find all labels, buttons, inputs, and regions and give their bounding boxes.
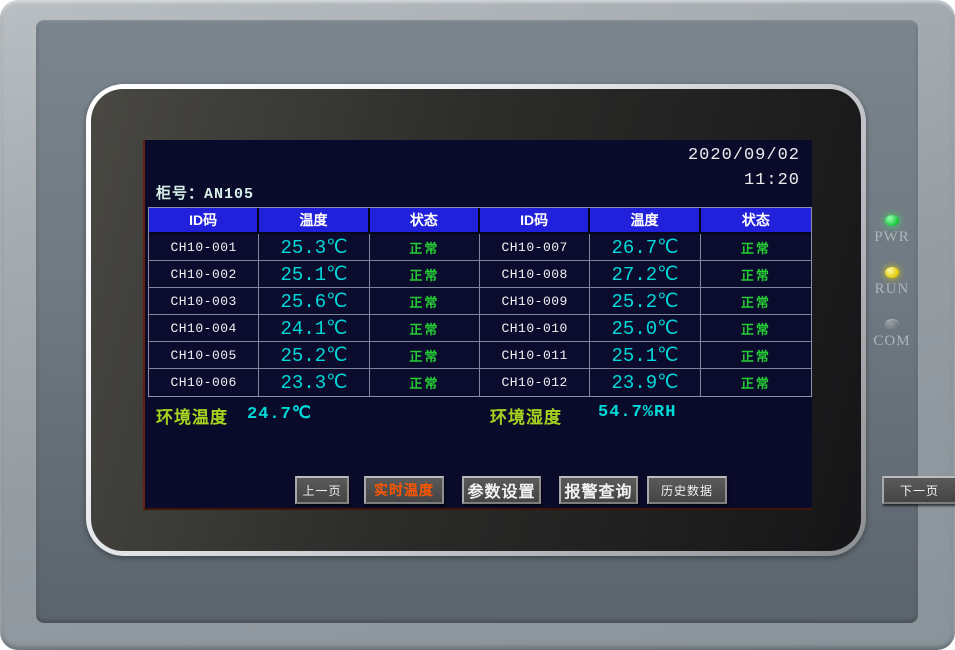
ambient-humidity-value: 54.7%RH	[598, 403, 676, 422]
cell-temperature: 25.6℃	[259, 288, 369, 315]
cell-channel-id: CH10-001	[149, 234, 259, 261]
cell-channel-id: CH10-012	[480, 369, 590, 396]
power-led-label: PWR	[874, 229, 910, 246]
cell-status: 正常	[370, 288, 480, 315]
column-header: ID码	[149, 208, 259, 234]
cell-temperature: 25.0℃	[590, 315, 700, 342]
cell-channel-id: CH10-003	[149, 288, 259, 315]
cell-temperature: 23.3℃	[259, 369, 369, 396]
cell-status: 正常	[370, 369, 480, 396]
cell-status: 正常	[701, 369, 811, 396]
nav-next-page-button[interactable]: 下一页	[882, 476, 955, 504]
hmi-device: 2020/09/02 11:20 柜号：AN105 ID码 温度 状态 ID码 …	[0, 0, 955, 650]
run-led-icon	[885, 267, 899, 278]
run-led-label: RUN	[875, 281, 910, 298]
channel-temperature-table: ID码 温度 状态 ID码 温度 状态 CH10-001 25.3℃ 正常 CH…	[148, 207, 812, 397]
cell-temperature: 24.1℃	[259, 315, 369, 342]
nav-prev-page-button[interactable]: 上一页	[295, 476, 349, 504]
alarm-query-button[interactable]: 报警查询	[559, 476, 638, 504]
cell-channel-id: CH10-002	[149, 261, 259, 288]
column-header: ID码	[480, 208, 590, 234]
com-led-icon	[885, 319, 899, 330]
cell-status: 正常	[370, 315, 480, 342]
ambient-temp-value: 24.7℃	[247, 403, 312, 424]
column-header: 状态	[370, 208, 480, 234]
cell-status: 正常	[370, 342, 480, 369]
cell-channel-id: CH10-004	[149, 315, 259, 342]
cell-temperature: 27.2℃	[590, 261, 700, 288]
cell-channel-id: CH10-009	[480, 288, 590, 315]
cell-status: 正常	[701, 234, 811, 261]
ambient-temp-label: 环境温度	[156, 403, 228, 428]
led-unit-com: COM	[866, 319, 918, 350]
cell-status: 正常	[370, 234, 480, 261]
parameter-settings-button[interactable]: 参数设置	[462, 476, 541, 504]
cabinet-id-label: 柜号：AN105	[156, 182, 254, 203]
cell-status: 正常	[370, 261, 480, 288]
cell-temperature: 23.9℃	[590, 369, 700, 396]
power-led-icon	[885, 215, 899, 226]
tab-realtime-temperature-button[interactable]: 实时温度	[364, 476, 444, 504]
history-data-button[interactable]: 历史数据	[647, 476, 727, 504]
lcd-screen: 2020/09/02 11:20 柜号：AN105 ID码 温度 状态 ID码 …	[143, 140, 812, 510]
ambient-humidity-label: 环境湿度	[490, 403, 562, 428]
com-led-label: COM	[873, 333, 910, 350]
column-header: 状态	[701, 208, 811, 234]
cell-status: 正常	[701, 261, 811, 288]
column-header: 温度	[259, 208, 369, 234]
time-display: 11:20	[744, 171, 800, 190]
cell-status: 正常	[701, 315, 811, 342]
led-unit-power: PWR	[866, 215, 918, 246]
cell-channel-id: CH10-006	[149, 369, 259, 396]
cell-temperature: 25.3℃	[259, 234, 369, 261]
cell-temperature: 25.2℃	[590, 288, 700, 315]
cell-channel-id: CH10-011	[480, 342, 590, 369]
date-display: 2020/09/02	[688, 146, 800, 165]
cell-status: 正常	[701, 288, 811, 315]
cell-channel-id: CH10-008	[480, 261, 590, 288]
cell-channel-id: CH10-005	[149, 342, 259, 369]
cell-temperature: 25.1℃	[590, 342, 700, 369]
cell-temperature: 26.7℃	[590, 234, 700, 261]
led-unit-run: RUN	[866, 267, 918, 298]
cell-temperature: 25.2℃	[259, 342, 369, 369]
cell-channel-id: CH10-007	[480, 234, 590, 261]
cell-temperature: 25.1℃	[259, 261, 369, 288]
cell-status: 正常	[701, 342, 811, 369]
column-header: 温度	[590, 208, 700, 234]
cell-channel-id: CH10-010	[480, 315, 590, 342]
